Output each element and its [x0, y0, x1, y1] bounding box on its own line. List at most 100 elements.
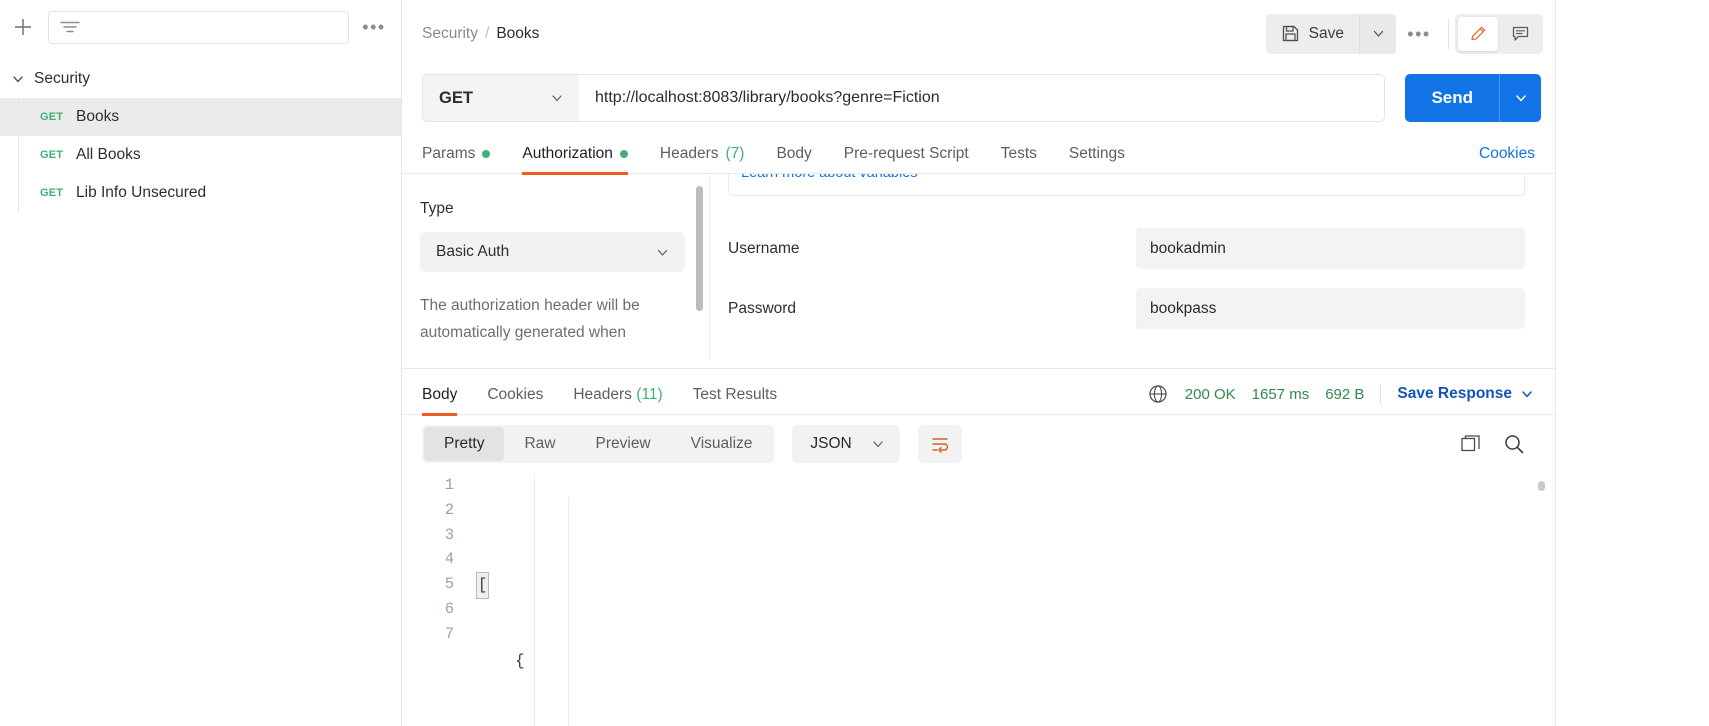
floppy-disk-icon	[1282, 25, 1298, 42]
response-body-code[interactable]: 1 2 3 4 5 6 7 [ { "bookId": 1,	[402, 473, 1555, 726]
tab-params[interactable]: Params	[422, 145, 491, 174]
url-input[interactable]: http://localhost:8083/library/books?genr…	[578, 74, 1386, 122]
save-response-label: Save Response	[1397, 385, 1512, 402]
collection-tree: Security GET Books GET All Books GET Lib…	[0, 54, 401, 212]
chevron-down-icon	[10, 71, 26, 87]
comment-button[interactable]	[1500, 17, 1540, 51]
sidebar-more-button[interactable]: •••	[357, 10, 391, 44]
header-actions: Save •••	[1265, 13, 1555, 54]
folder-label: Security	[34, 70, 90, 87]
response-body-actions	[1455, 429, 1535, 459]
send-options-button[interactable]	[1499, 74, 1541, 122]
header-divider	[1448, 18, 1449, 49]
response-tab-headers[interactable]: Headers (11)	[573, 386, 662, 415]
tab-label: Settings	[1068, 145, 1125, 162]
username-input[interactable]: bookadmin	[1136, 228, 1525, 269]
request-name-label: All Books	[76, 146, 141, 163]
response-tabs: Body Cookies Headers (11) Test Results 2…	[402, 369, 1555, 416]
method-select-value: GET	[439, 88, 473, 107]
auth-type-column: Type Basic Auth The authorization header…	[402, 174, 709, 359]
response-tab-body[interactable]: Body	[422, 386, 458, 416]
auth-fields-column: Learn more about variables Username book…	[710, 174, 1555, 359]
variables-hint-box: Learn more about variables	[728, 174, 1525, 196]
sidebar-toolbar: •••	[0, 0, 401, 54]
word-wrap-icon	[932, 438, 948, 453]
code-scrollbar[interactable]	[1538, 481, 1545, 491]
tab-settings[interactable]: Settings	[1069, 145, 1125, 174]
copy-button[interactable]	[1455, 429, 1485, 459]
request-name-label: Books	[76, 108, 120, 125]
sidebar: ••• Security GET Books GET All Books GET…	[0, 0, 402, 726]
line-number: 1	[444, 476, 454, 494]
password-input[interactable]: bookpass	[1136, 288, 1525, 329]
request-response-area: Security / Books Save ••• GET http://loc…	[402, 0, 1556, 726]
collection-folder-security[interactable]: Security	[0, 60, 401, 98]
tab-label: Authorization	[522, 145, 613, 162]
code-viewer: 1 2 3 4 5 6 7 [ { "bookId": 1,	[422, 473, 1555, 726]
auth-scrollbar[interactable]	[696, 186, 703, 311]
search-button[interactable]	[1499, 429, 1529, 459]
send-button[interactable]: Send	[1405, 74, 1499, 122]
view-mode-pretty[interactable]: Pretty	[424, 427, 505, 461]
indent-guide	[568, 497, 569, 726]
filter-icon	[60, 21, 80, 33]
plus-icon	[15, 19, 31, 35]
sidebar-item-lib-info-unsecured[interactable]: GET Lib Info Unsecured	[0, 174, 401, 212]
tab-authorization[interactable]: Authorization	[522, 145, 629, 175]
response-body-toolbar: Pretty Raw Preview Visualize JSON	[402, 415, 1555, 473]
breadcrumb-separator: /	[485, 24, 490, 42]
auth-type-label: Type	[420, 200, 454, 217]
line-number: 2	[444, 500, 454, 519]
request-more-button[interactable]: •••	[1396, 14, 1442, 54]
method-select[interactable]: GET	[422, 74, 579, 122]
response-status: 200 OK	[1184, 385, 1236, 403]
save-options-button[interactable]	[1359, 13, 1396, 54]
response-time: 1657 ms	[1251, 385, 1310, 403]
username-label: Username	[728, 239, 800, 257]
new-item-button[interactable]	[6, 10, 40, 44]
chevron-down-icon	[1373, 30, 1383, 37]
auth-type-select[interactable]: Basic Auth	[420, 232, 685, 272]
breadcrumb-current[interactable]: Books	[496, 25, 539, 43]
view-mode-preview[interactable]: Preview	[576, 427, 671, 461]
response-tab-test-results[interactable]: Test Results	[693, 386, 777, 415]
url-bar: GET http://localhost:8083/library/books?…	[402, 67, 1555, 129]
tab-count: (7)	[725, 145, 745, 162]
save-button[interactable]: Save	[1265, 13, 1359, 54]
word-wrap-button[interactable]	[917, 425, 962, 463]
tab-tests[interactable]: Tests	[1001, 145, 1037, 174]
indent-guide	[534, 473, 535, 726]
ellipsis-icon: •••	[362, 17, 386, 37]
ellipsis-icon: •••	[1407, 23, 1431, 44]
learn-more-link[interactable]: Learn more about variables	[741, 174, 918, 181]
request-name-label: Lib Info Unsecured	[76, 184, 207, 201]
breadcrumb-parent[interactable]: Security	[422, 25, 478, 43]
tab-body[interactable]: Body	[776, 145, 811, 174]
sidebar-item-books[interactable]: GET Books	[0, 98, 401, 136]
copy-icon	[1460, 434, 1480, 451]
response-view-mode-group: Pretty Raw Preview Visualize	[422, 425, 775, 463]
postman-app: ••• Security GET Books GET All Books GET…	[0, 0, 1709, 726]
code-lines: [ { "bookId": 1, "bookName": "The Kite R…	[468, 473, 1555, 726]
globe-icon[interactable]	[1147, 383, 1169, 405]
response-format-select[interactable]: JSON	[792, 425, 900, 463]
username-row: Username bookadmin	[710, 228, 1555, 269]
chevron-down-icon	[1515, 95, 1526, 102]
cookies-link[interactable]: Cookies	[1479, 145, 1535, 174]
password-label: Password	[728, 299, 797, 317]
tab-headers[interactable]: Headers (7)	[660, 145, 745, 174]
save-response-button[interactable]: Save Response	[1397, 385, 1535, 403]
view-mode-raw[interactable]: Raw	[504, 427, 575, 461]
search-icon	[1505, 435, 1524, 454]
line-numbers: 1 2 3 4 5 6 7	[422, 473, 468, 726]
line-number: 5	[444, 575, 454, 594]
sidebar-item-all-books[interactable]: GET All Books	[0, 136, 401, 174]
response-tab-count: (11)	[636, 386, 663, 403]
tab-pre-request-script[interactable]: Pre-request Script	[844, 145, 969, 174]
tab-label: Tests	[1000, 145, 1037, 162]
sidebar-filter-input[interactable]	[48, 10, 349, 44]
edit-mode-button[interactable]	[1458, 16, 1498, 51]
response-tab-cookies[interactable]: Cookies	[487, 386, 543, 415]
line-number: 3	[444, 525, 454, 544]
view-mode-visualize[interactable]: Visualize	[671, 427, 773, 461]
